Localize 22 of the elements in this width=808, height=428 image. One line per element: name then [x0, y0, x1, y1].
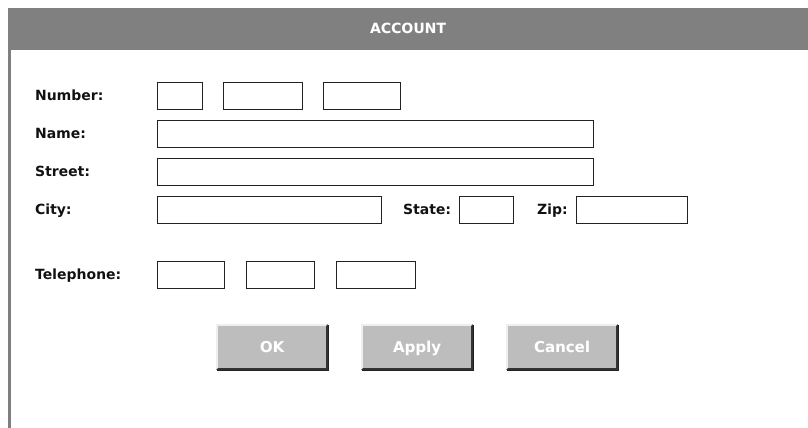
- dialog-button[interactable]: Apply: [361, 324, 473, 370]
- input-field[interactable]: [157, 158, 594, 186]
- input-field[interactable]: [157, 120, 594, 148]
- input-field[interactable]: [157, 82, 203, 110]
- field-label: State:: [403, 202, 452, 218]
- input-field[interactable]: [157, 196, 382, 224]
- input-field[interactable]: [157, 261, 225, 289]
- input-field[interactable]: [459, 196, 514, 224]
- field-label: City:: [35, 202, 72, 218]
- field-label: Telephone:: [35, 267, 122, 283]
- dialog-button[interactable]: Cancel: [506, 324, 618, 370]
- window-title: ACCOUNT: [8, 8, 808, 50]
- field-label: Number:: [35, 88, 104, 104]
- input-field[interactable]: [336, 261, 416, 289]
- field-label: Street:: [35, 164, 91, 180]
- input-field[interactable]: [223, 82, 303, 110]
- input-field[interactable]: [576, 196, 688, 224]
- field-label: Name:: [35, 126, 87, 142]
- field-label: Zip:: [537, 202, 568, 218]
- dialog-button[interactable]: OK: [216, 324, 328, 370]
- input-field[interactable]: [323, 82, 401, 110]
- input-field[interactable]: [246, 261, 315, 289]
